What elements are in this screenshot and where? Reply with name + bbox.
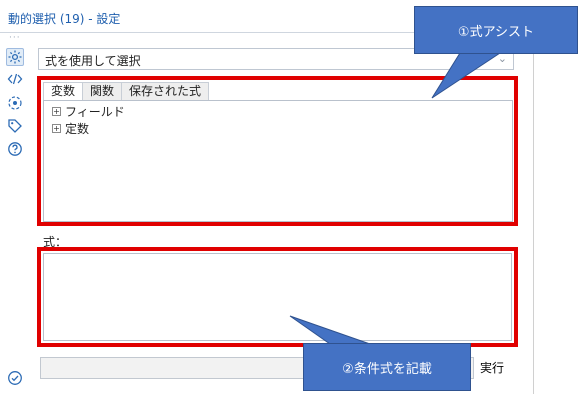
tree-item-fields[interactable]: + フィールド (52, 104, 125, 119)
expression-assist-panel: 変数 関数 保存された式 + フィールド + 定数 (37, 76, 518, 226)
assist-callout: ①式アシスト (414, 6, 578, 54)
expression-editor[interactable] (43, 253, 512, 341)
tree-item-label: フィールド (65, 104, 125, 119)
tab-variables[interactable]: 変数 (43, 82, 84, 100)
config-window: 動的選択 (19) - 設定 ··· 式を使用して選択 ⌄ 変数 関数 保存され… (0, 0, 534, 394)
expand-icon[interactable]: + (52, 106, 61, 116)
gear-icon[interactable] (6, 48, 24, 66)
help-icon[interactable] (6, 140, 24, 158)
code-icon[interactable] (6, 70, 24, 88)
expand-icon[interactable]: + (52, 123, 61, 133)
condition-callout-label: ②条件式を記載 (342, 361, 432, 377)
title-dots: ··· (9, 33, 21, 43)
check-circle-icon[interactable] (7, 370, 23, 386)
mode-select-value: 式を使用して選択 (45, 54, 141, 68)
condition-callout: ②条件式を記載 (303, 343, 471, 391)
tag-icon[interactable] (6, 117, 24, 135)
assist-tabs: 変数 関数 保存された式 (43, 82, 210, 100)
tree-item-label: 定数 (65, 121, 90, 136)
variable-tree: + フィールド + 定数 (43, 100, 513, 222)
tab-functions[interactable]: 関数 (82, 82, 123, 100)
radar-icon[interactable] (6, 94, 24, 112)
window-title: 動的選択 (19) - 設定 (8, 12, 121, 26)
tab-saved-expressions[interactable]: 保存された式 (121, 82, 210, 100)
assist-callout-label: ①式アシスト (457, 24, 535, 40)
run-button[interactable]: 実行 (480, 358, 504, 378)
sidebar (0, 44, 30, 394)
expression-panel (37, 247, 518, 347)
tree-item-constants[interactable]: + 定数 (52, 121, 90, 136)
